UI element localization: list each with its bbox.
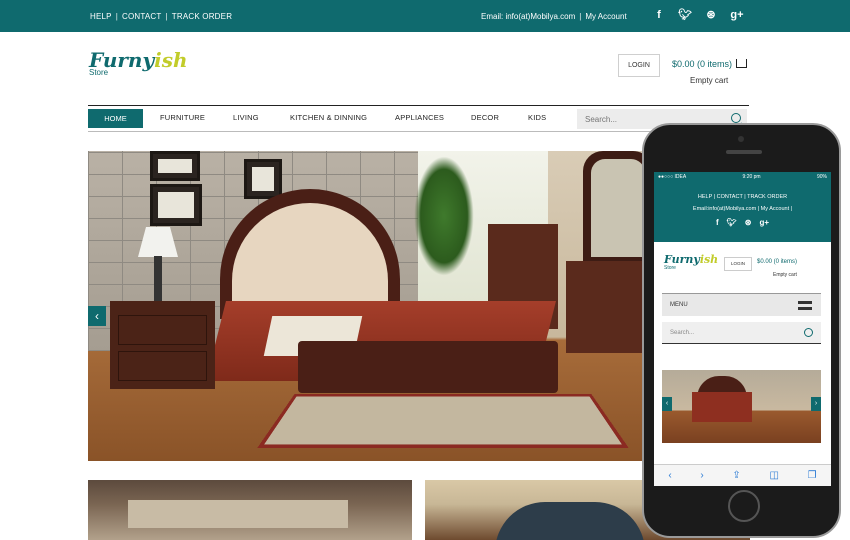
nav-item-appliances[interactable]: APPLIANCES [395, 113, 444, 122]
social-links: f 🐦︎ ⊛ g+ [652, 8, 744, 22]
mobile-browser-toolbar: ‹ › ⇪ ◫ ❐ [654, 464, 831, 486]
category-thumbnail-dining[interactable] [88, 480, 412, 540]
mobile-social-links: f 🐦︎ ⊛ g+ [654, 218, 831, 227]
nav-item-home[interactable]: HOME [88, 109, 143, 128]
mobile-device-mockup: ●●○○○ IDEA 9:20 pm 90% HELP | CONTACT | … [642, 123, 841, 538]
contact-link[interactable]: CONTACT [122, 12, 161, 21]
main-nav: HOME FURNITURE LIVING KITCHEN & DINNING … [88, 105, 749, 132]
hamburger-icon[interactable] [798, 301, 812, 310]
top-links: HELP | CONTACT | TRACK ORDER [90, 12, 232, 21]
track-order-link[interactable]: TRACK ORDER [172, 12, 232, 21]
nav-item-furniture[interactable]: FURNITURE [160, 113, 205, 122]
facebook-icon[interactable]: f [652, 8, 666, 22]
lamp-base [154, 256, 162, 301]
cart-status: Empty cart [690, 76, 729, 85]
phone-home-button[interactable] [728, 490, 760, 522]
battery-text: 90% [816, 174, 827, 180]
mobile-status-bar: ●●○○○ IDEA 9:20 pm 90% [654, 172, 831, 182]
my-account-link[interactable]: My Account [585, 12, 626, 21]
phone-speaker [726, 150, 762, 154]
email-info: Email: info(at)Mobilya.com [481, 12, 576, 21]
twitter-icon[interactable]: 🐦︎ [727, 218, 737, 227]
mobile-email-row[interactable]: Email:info(at)Mobilya.com | My Account | [654, 206, 831, 212]
mobile-top-links[interactable]: HELP | CONTACT | TRACK ORDER [654, 194, 831, 200]
cart-summary[interactable]: $0.00 (0 items) [672, 59, 748, 69]
mobile-hero-image: ‹ › [662, 370, 821, 443]
dribbble-icon[interactable]: ⊛ [745, 218, 752, 227]
google-plus-icon[interactable]: g+ [730, 8, 744, 22]
login-button[interactable]: LOGIN [618, 54, 660, 77]
picture-frame [150, 151, 200, 181]
clock-text: 9:20 pm [742, 174, 761, 180]
logo-text-part2: ish [154, 48, 188, 72]
rug [257, 393, 629, 449]
search-icon[interactable] [731, 113, 741, 123]
bed-footboard [298, 341, 558, 393]
facebook-icon[interactable]: f [716, 218, 719, 227]
slider-prev-arrow[interactable]: ‹ [88, 306, 106, 326]
mobile-cart-summary[interactable]: $0.00 (0 items) [757, 259, 797, 265]
top-right-info: Email: info(at)Mobilya.com | My Account [481, 12, 627, 21]
mobile-search-box[interactable]: Search... [662, 322, 821, 344]
cart-icon[interactable] [736, 59, 748, 68]
cart-total: $0.00 (0 items) [672, 59, 733, 69]
nav-item-kids[interactable]: KIDS [528, 113, 546, 122]
nav-item-decor[interactable]: DECOR [471, 113, 499, 122]
twitter-icon[interactable]: 🐦︎ [678, 8, 692, 22]
top-bar: HELP | CONTACT | TRACK ORDER Email: info(at)… [0, 0, 850, 32]
site-logo[interactable]: Furnyish Store [89, 50, 188, 77]
google-plus-icon[interactable]: g+ [759, 218, 769, 227]
share-icon[interactable]: ⇪ [732, 470, 740, 481]
mobile-search-input[interactable]: Search... [670, 330, 694, 336]
nav-item-kitchen-dinning[interactable]: KITCHEN & DINNING [290, 113, 367, 122]
help-link[interactable]: HELP [90, 12, 112, 21]
mobile-menu-button[interactable]: MENU [662, 293, 821, 316]
mobile-top-bar: HELP | CONTACT | TRACK ORDER Email:info(… [654, 182, 831, 242]
plant [414, 156, 474, 276]
forward-icon[interactable]: › [700, 470, 703, 481]
picture-frame [150, 184, 202, 226]
carrier-text: ●●○○○ IDEA [658, 174, 687, 180]
tabs-icon[interactable]: ❐ [808, 470, 817, 481]
mobile-cart-status: Empty cart [773, 272, 797, 278]
mobile-header: Furnyish Store LOGIN $0.00 (0 items) Emp… [654, 242, 831, 292]
separator: | [165, 12, 168, 21]
mobile-slider-next-arrow[interactable]: › [811, 397, 821, 411]
nightstand [110, 301, 215, 389]
separator: | [579, 12, 582, 21]
logo-text-part2: ish [699, 253, 719, 266]
nav-item-living[interactable]: LIVING [233, 113, 259, 122]
menu-label: MENU [670, 302, 688, 308]
mobile-slider-prev-arrow[interactable]: ‹ [662, 397, 672, 411]
search-icon[interactable] [804, 328, 813, 337]
phone-camera [738, 136, 744, 142]
separator: | [115, 12, 118, 21]
back-icon[interactable]: ‹ [668, 470, 671, 481]
mobile-logo[interactable]: Furnyish Store [664, 254, 718, 271]
picture-frame [244, 159, 282, 199]
dribbble-icon[interactable]: ⊛ [704, 8, 718, 22]
bookmarks-icon[interactable]: ◫ [769, 470, 778, 481]
mobile-login-button[interactable]: LOGIN [724, 257, 752, 271]
